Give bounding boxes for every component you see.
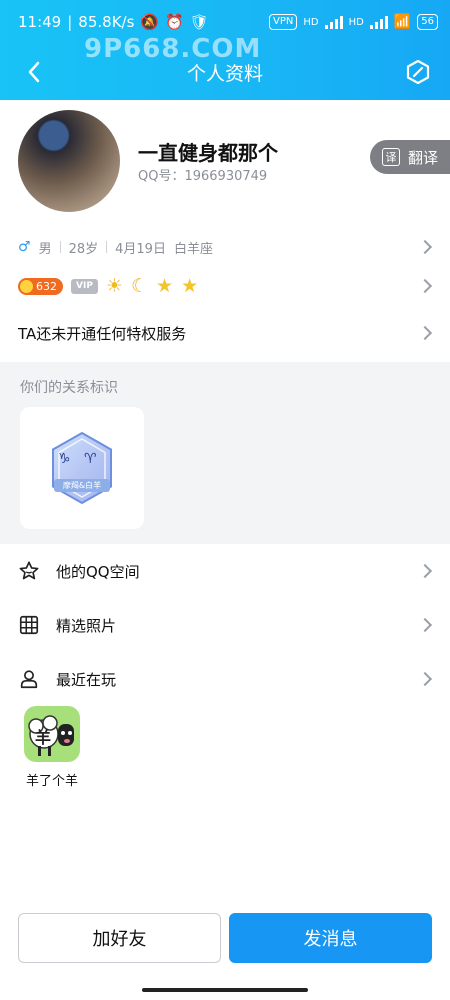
status-separator: | <box>67 13 73 31</box>
birthday: 4月19日 <box>115 241 166 257</box>
hd-label-1: HD <box>303 16 319 28</box>
chevron-left-icon <box>28 61 40 83</box>
basic-info-row[interactable]: ♂ 男 28岁 4月19日 白羊座 <box>0 232 450 262</box>
hd-label-2: HD <box>348 16 364 28</box>
photos-label: 精选照片 <box>56 616 117 635</box>
edit-profile-button[interactable] <box>404 58 432 86</box>
edit-hexagon-icon <box>406 59 430 85</box>
sheep-icon <box>28 715 74 756</box>
chevron-right-icon <box>417 278 433 294</box>
back-button[interactable] <box>20 58 48 86</box>
game-icon[interactable]: 羊 <box>24 706 80 762</box>
relationship-label: 摩羯&白羊 <box>54 479 110 492</box>
age: 28岁 <box>68 241 99 257</box>
translate-icon: 译 <box>382 148 400 166</box>
header: 11:49 | 85.8K/s 🔕 ⏰ 🛡 VPN HD HD 📶 56 9P6… <box>0 0 450 100</box>
status-speed: 85.8K/s <box>78 13 135 31</box>
relationship-title: 你们的关系标识 <box>20 380 118 396</box>
game-glyph: 羊 <box>35 728 52 747</box>
divider <box>106 241 108 253</box>
chevron-right-icon <box>417 617 433 633</box>
star-icon: ★ <box>156 275 174 297</box>
nav-bar: 个人资料 <box>0 54 450 90</box>
status-bar: 11:49 | 85.8K/s 🔕 ⏰ 🛡 VPN HD HD 📶 56 <box>18 11 438 33</box>
vpn-badge: VPN <box>269 14 298 30</box>
qzone-label: 他的QQ空间 <box>56 562 140 581</box>
photos-row[interactable]: 精选照片 <box>0 605 450 645</box>
signal-icon <box>324 15 343 29</box>
gender: 男 <box>38 241 52 257</box>
qq-number-value: 1966930749 <box>184 169 268 184</box>
sun-icon: ☀ <box>105 275 123 297</box>
coin-value: 632 <box>36 279 57 293</box>
chevron-right-icon <box>417 671 433 687</box>
star-outline-icon <box>19 561 39 580</box>
game-pin-icon <box>20 670 38 689</box>
grid-icon <box>19 615 39 635</box>
signal-icon-2 <box>369 15 388 29</box>
recent-games-label: 最近在玩 <box>56 670 117 689</box>
privilege-text: TA还未开通任何特权服务 <box>18 324 187 343</box>
status-time: 11:49 <box>18 13 62 31</box>
badges-row[interactable]: 632 VIP ☀ ☾ ★ ★ <box>0 272 450 300</box>
recent-games-row[interactable]: 最近在玩 <box>0 659 450 699</box>
aries-icon: ♈ <box>84 451 97 467</box>
chevron-right-icon <box>417 563 433 579</box>
nickname: 一直健身都那个 <box>138 141 278 165</box>
shield-icon: 🛡 <box>189 13 209 31</box>
zodiac: 白羊座 <box>173 241 213 257</box>
qq-label: QQ号： <box>138 169 185 184</box>
wifi-icon: 📶 <box>393 14 412 30</box>
battery-icon: 56 <box>417 14 438 30</box>
qq-number: QQ号：1966930749 <box>138 165 267 184</box>
alarm-icon: ⏰ <box>165 13 184 31</box>
vip-badge: VIP <box>71 278 98 294</box>
male-icon: ♂ <box>18 239 31 255</box>
chevron-right-icon <box>417 239 433 255</box>
qzone-row[interactable]: 他的QQ空间 <box>0 551 450 591</box>
translate-label: 翻译 <box>408 148 439 167</box>
hexagon-badge-icon <box>52 431 112 505</box>
game-name: 羊了个羊 <box>26 774 79 789</box>
chevron-right-icon <box>417 325 433 341</box>
capricorn-icon: ♑ <box>58 451 71 467</box>
home-indicator[interactable] <box>142 988 308 992</box>
coin-badge: 632 <box>18 277 63 295</box>
translate-button[interactable]: 译 翻译 <box>370 140 450 174</box>
divider <box>59 241 61 253</box>
mute-icon: 🔕 <box>140 13 160 31</box>
star-icon: ★ <box>181 275 199 297</box>
moon-icon: ☾ <box>130 275 149 297</box>
avatar[interactable] <box>18 110 120 212</box>
send-message-button[interactable]: 发消息 <box>229 913 432 963</box>
relationship-badge-card[interactable]: ♑ ♈ 摩羯&白羊 <box>20 407 144 529</box>
coin-icon <box>20 279 33 293</box>
add-friend-button[interactable]: 加好友 <box>18 913 221 963</box>
privilege-row[interactable]: TA还未开通任何特权服务 <box>0 318 450 348</box>
page-title: 个人资料 <box>186 62 263 85</box>
